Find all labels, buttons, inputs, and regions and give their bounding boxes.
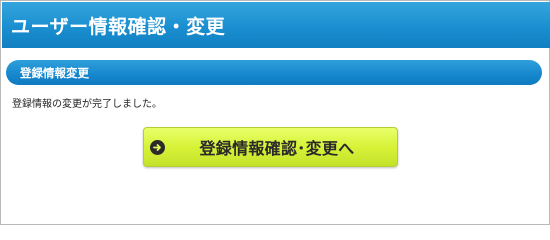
section-title: 登録情報変更 bbox=[20, 65, 89, 80]
page-frame: ユーザー情報確認・変更 登録情報変更 登録情報の変更が完了しました。 登録情報確… bbox=[0, 0, 550, 225]
arrow-right-circle-icon bbox=[150, 139, 165, 155]
page-header: ユーザー情報確認・変更 bbox=[2, 2, 550, 48]
go-to-registration-info-button[interactable]: 登録情報確認･変更へ bbox=[143, 127, 398, 167]
completion-message: 登録情報の変更が完了しました。 bbox=[12, 99, 162, 110]
button-label: 登録情報確認･変更へ bbox=[199, 139, 355, 158]
page-title: ユーザー情報確認・変更 bbox=[11, 15, 226, 38]
section-bar: 登録情報変更 bbox=[6, 60, 542, 85]
